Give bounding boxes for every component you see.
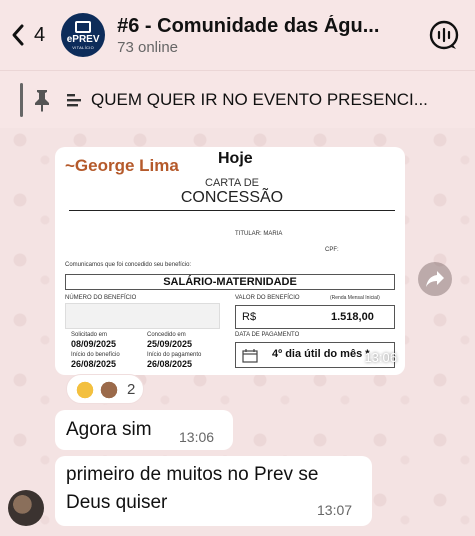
chat-header: 4 ePREV VITALÍCIO #6 - Comunidade das Ág… <box>0 0 475 70</box>
message-text: Agora sim <box>66 419 152 440</box>
forward-button[interactable] <box>418 262 452 296</box>
calendar-icon <box>242 349 258 363</box>
message-text-line2: Deus quiser <box>66 492 168 513</box>
cpf-label: CPF: <box>325 247 339 253</box>
date-separator: Hoje <box>210 148 261 170</box>
numero-redacted <box>65 303 220 329</box>
concedido-label: Concedido em <box>147 332 186 338</box>
thumbs-up-icon <box>75 379 95 399</box>
comunicamos-text: Comunicamos que foi concedido seu benefí… <box>65 262 192 268</box>
avatar-logo-sub: VITALÍCIO <box>72 44 94 50</box>
doc-title: CONCESSÃO <box>69 189 395 211</box>
valor-label: VALOR DO BENEFÍCIO <box>235 295 300 301</box>
document-image: CARTA DE CONCESSÃO TITULAR: MARIA CPF: C… <box>65 171 399 369</box>
group-avatar[interactable]: ePREV VITALÍCIO <box>61 13 106 57</box>
clapping-hands-icon <box>99 379 119 399</box>
voice-chat-icon[interactable] <box>427 18 461 52</box>
online-count: 73 online <box>117 38 179 56</box>
doc-header: CARTA DE <box>205 177 259 189</box>
back-button[interactable]: 4 <box>10 23 45 47</box>
message-time: 13:07 <box>317 502 353 518</box>
reactions-pill[interactable]: 2 <box>66 374 145 404</box>
chat-title-block[interactable]: #6 - Comunidade das Águ... 73 online <box>117 15 397 56</box>
sender-avatar[interactable] <box>8 490 44 526</box>
unread-count: 4 <box>34 23 46 46</box>
solicitado-label: Solicitado em <box>71 332 108 338</box>
image-message[interactable]: CARTA DE CONCESSÃO TITULAR: MARIA CPF: C… <box>55 147 405 375</box>
titular-label: TITULAR: MARIA <box>235 231 283 237</box>
message-text-line1: primeiro de muitos no Prev se <box>66 464 319 485</box>
pin-accent <box>20 82 23 117</box>
message-time: 13:06 <box>179 429 215 445</box>
solicitado-value: 08/09/2025 <box>71 339 117 349</box>
pinned-text: QUEM QUER IR NO EVENTO PRESENCI... <box>91 89 428 109</box>
forward-icon <box>426 271 444 287</box>
concedido-value: 25/09/2025 <box>147 339 193 349</box>
inicio-beneficio-label: Início do benefício <box>71 352 120 358</box>
currency: R$ <box>242 311 257 323</box>
pinned-message-bar[interactable]: QUEM QUER IR NO EVENTO PRESENCI... <box>0 70 475 128</box>
message-time: 13:06 <box>364 350 397 365</box>
data-pagamento-value: 4º dia útil do mês * <box>272 348 370 360</box>
renda-label: (Renda Mensal Inicial) <box>330 295 380 301</box>
eprev-logo-icon <box>75 20 92 33</box>
valor-value: 1.518,00 <box>331 311 374 323</box>
sender-name[interactable]: ~George Lima <box>65 156 179 176</box>
message-bubble[interactable]: Agora sim 13:06 <box>55 410 233 450</box>
inicio-pagamento-value: 26/08/2025 <box>147 359 193 369</box>
chevron-left-icon <box>12 24 24 46</box>
numero-label: NÚMERO DO BENEFÍCIO <box>65 295 137 301</box>
benefit-type: SALÁRIO-MATERNIDADE <box>65 274 395 290</box>
inicio-beneficio-value: 26/08/2025 <box>71 359 117 369</box>
pin-icon <box>35 89 49 112</box>
valor-box: R$ 1.518,00 <box>235 305 395 329</box>
data-pagamento-label: DATA DE PAGAMENTO <box>235 332 300 338</box>
reaction-count: 2 <box>127 380 136 398</box>
message-bubble[interactable]: primeiro de muitos no Prev se Deus quise… <box>55 456 372 526</box>
list-icon <box>67 93 81 106</box>
inicio-pagamento-label: Início do pagamento <box>147 352 202 358</box>
chat-title: #6 - Comunidade das Águ... <box>117 14 380 37</box>
avatar-logo-text: ePREV <box>66 33 100 45</box>
